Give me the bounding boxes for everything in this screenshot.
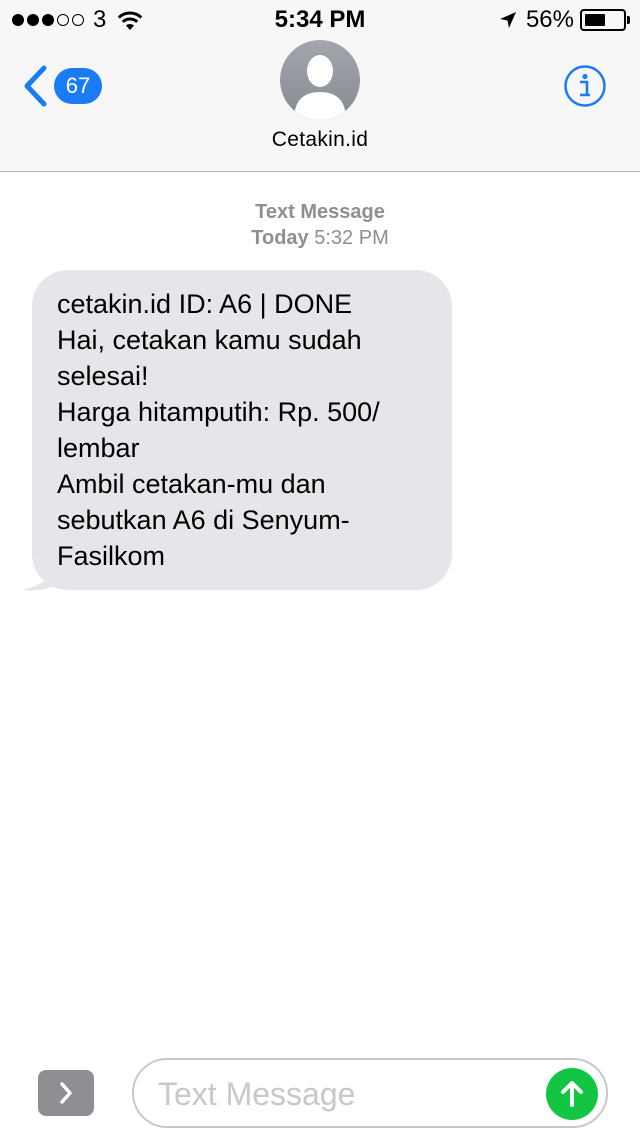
message-line: Hai, cetakan kamu sudah	[57, 325, 362, 355]
message-time: 5:32 PM	[314, 227, 389, 249]
message-text: cetakin.id ID: A6 | DONE Hai, cetakan ka…	[57, 286, 447, 574]
person-silhouette-icon	[294, 55, 346, 120]
send-button[interactable]	[546, 1068, 598, 1120]
battery-body	[580, 9, 626, 31]
conversation-header: 67 Cetakin.id	[0, 40, 640, 172]
message-field[interactable]	[132, 1058, 608, 1128]
message-day: Today	[251, 227, 309, 249]
status-right: 56%	[498, 8, 630, 32]
message-input-bar	[0, 1046, 640, 1136]
info-icon[interactable]	[563, 64, 607, 108]
battery-fill	[585, 14, 605, 26]
battery-percent: 56%	[525, 6, 574, 33]
message-line: Harga hitamputih: Rp. 500/	[57, 397, 380, 427]
arrow-up-icon	[561, 1081, 583, 1107]
message-line: selesai!	[57, 361, 149, 391]
message-line: Fasilkom	[57, 541, 166, 571]
unread-count-badge: 67	[54, 68, 102, 104]
contact-name[interactable]: Cetakin.id	[0, 128, 640, 152]
message-timestamp: Today 5:32 PM	[0, 226, 640, 250]
status-bar: 3 5:34 PM 56%	[0, 0, 640, 40]
chevron-right-icon	[60, 1082, 72, 1104]
message-line: sebutkan A6 di Senyum-	[57, 505, 350, 535]
location-arrow-icon	[499, 12, 516, 28]
incoming-message[interactable]: cetakin.id ID: A6 | DONE Hai, cetakan ka…	[20, 270, 452, 591]
battery-icon	[580, 9, 630, 31]
message-bubble: cetakin.id ID: A6 | DONE Hai, cetakan ka…	[32, 270, 452, 590]
chevron-left-icon	[24, 65, 47, 107]
message-type-label: Text Message	[255, 201, 385, 223]
expand-apps-button[interactable]	[38, 1070, 94, 1116]
message-input[interactable]	[158, 1074, 538, 1114]
battery-tip	[627, 16, 630, 24]
message-line: Ambil cetakan-mu dan	[57, 469, 326, 499]
back-button[interactable]: 67	[22, 64, 102, 108]
contact-avatar[interactable]	[280, 40, 360, 120]
message-line: cetakin.id ID: A6 | DONE	[57, 289, 353, 319]
message-line: lembar	[57, 433, 140, 463]
